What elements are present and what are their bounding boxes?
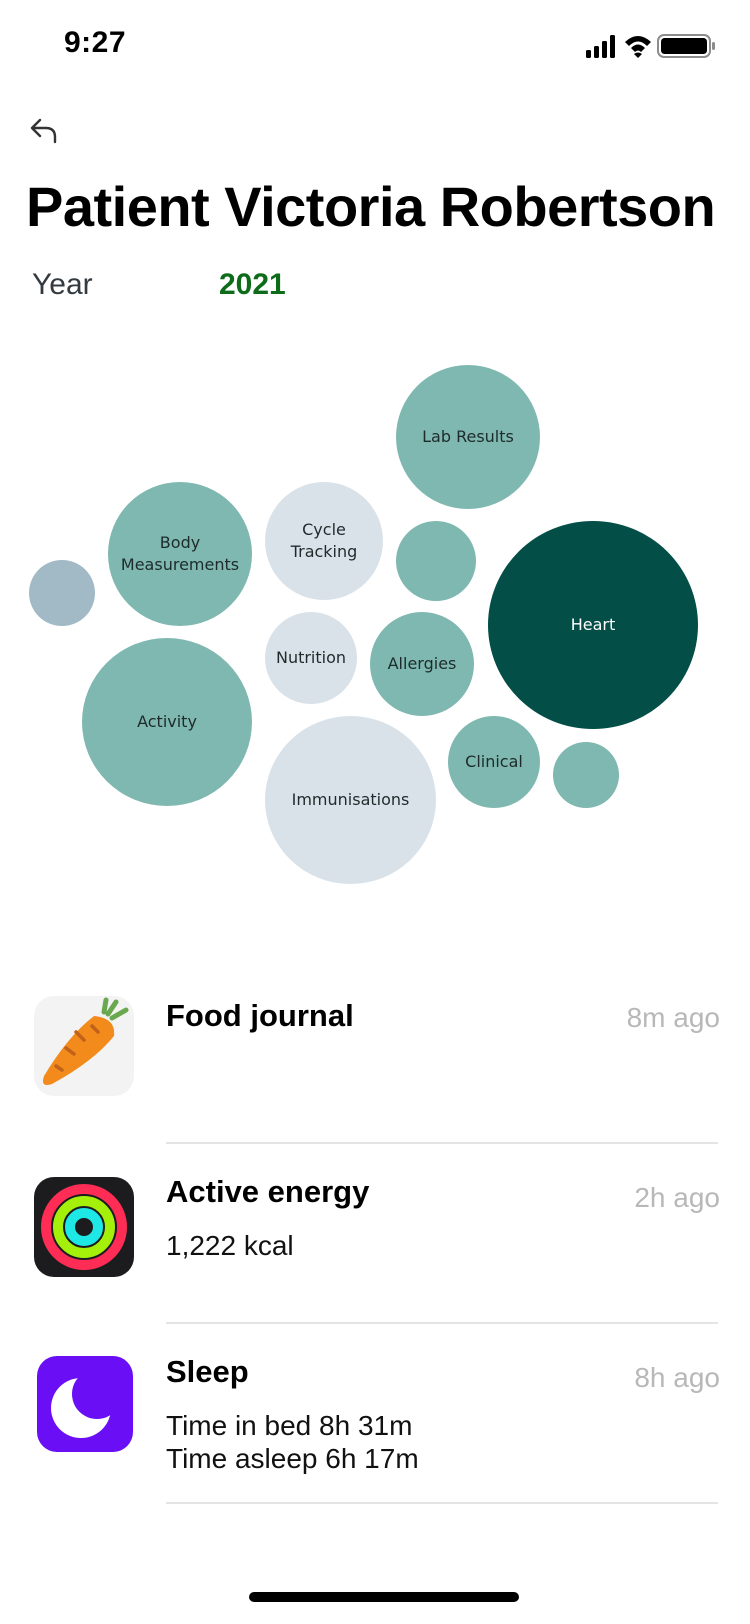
signal-icon [586,35,615,58]
back-button[interactable] [28,114,62,148]
bubble-unlabeled[interactable] [553,742,619,808]
feed-item-title: Food journal [166,998,354,1033]
bubble-label: Activity [137,712,197,731]
feed-item-food-journal[interactable]: Food journal 8m ago [0,980,750,1150]
bubble-label: Nutrition [275,648,347,667]
bubble-immunisations[interactable]: Immunisations [265,716,436,884]
status-icons [586,34,715,58]
year-selector[interactable]: 2021 [219,268,286,302]
status-time: 9:27 [64,26,127,59]
feed-item-detail: Time asleep 6h 17m [166,1443,419,1474]
bubble-cycle-tracking[interactable]: Cycle Tracking [265,482,383,600]
bubble-unlabeled[interactable] [29,560,95,626]
home-indicator[interactable] [249,1592,519,1602]
bubble-lab-results[interactable]: Lab Results [396,365,540,509]
feed-item-time: 8h ago [634,1362,720,1393]
bubble-label: Immunisations [291,790,410,809]
feed-item-time: 8m ago [626,1002,720,1033]
bubble-activity[interactable]: Activity [82,638,252,806]
bubble-label: Cycle Tracking [290,520,358,561]
feed-item-time: 2h ago [634,1182,720,1213]
moon-icon [37,1356,133,1452]
feed-item-active-energy[interactable]: Active energy 2h ago 1,222 kcal [0,1160,750,1330]
feed-item-title: Active energy [166,1174,370,1209]
bubble-unlabeled[interactable] [396,521,476,601]
bubble-allergies[interactable]: Allergies [370,612,474,716]
bubble-body-measurements[interactable]: Body Measurements [108,482,252,626]
feed-item-title: Sleep [166,1354,249,1389]
carrot-icon [34,996,134,1096]
divider [166,1502,718,1504]
bubble-heart[interactable]: Heart [488,521,698,729]
bubble-clinical[interactable]: Clinical [448,716,540,808]
bubble-label: Allergies [387,654,457,673]
page-title: Patient Victoria Robertson [26,175,716,238]
back-arrow-icon [30,118,57,144]
bubble-label: Clinical [465,752,523,771]
wifi-icon [625,36,651,58]
divider [166,1142,718,1144]
bubble-label: Lab Results [422,427,514,446]
year-label: Year [32,268,93,301]
battery-icon [657,34,715,58]
bubble-nutrition[interactable]: Nutrition [265,612,357,704]
feed-item-detail: Time in bed 8h 31m [166,1410,413,1441]
divider [166,1322,718,1324]
feed-item-detail: 1,222 kcal [166,1230,294,1261]
bubble-label: Heart [570,615,616,634]
feed-item-sleep[interactable]: Sleep 8h ago Time in bed 8h 31m Time asl… [0,1340,750,1510]
bubble-label: Body Measurements [120,533,240,574]
activity-rings-icon [34,1177,134,1277]
